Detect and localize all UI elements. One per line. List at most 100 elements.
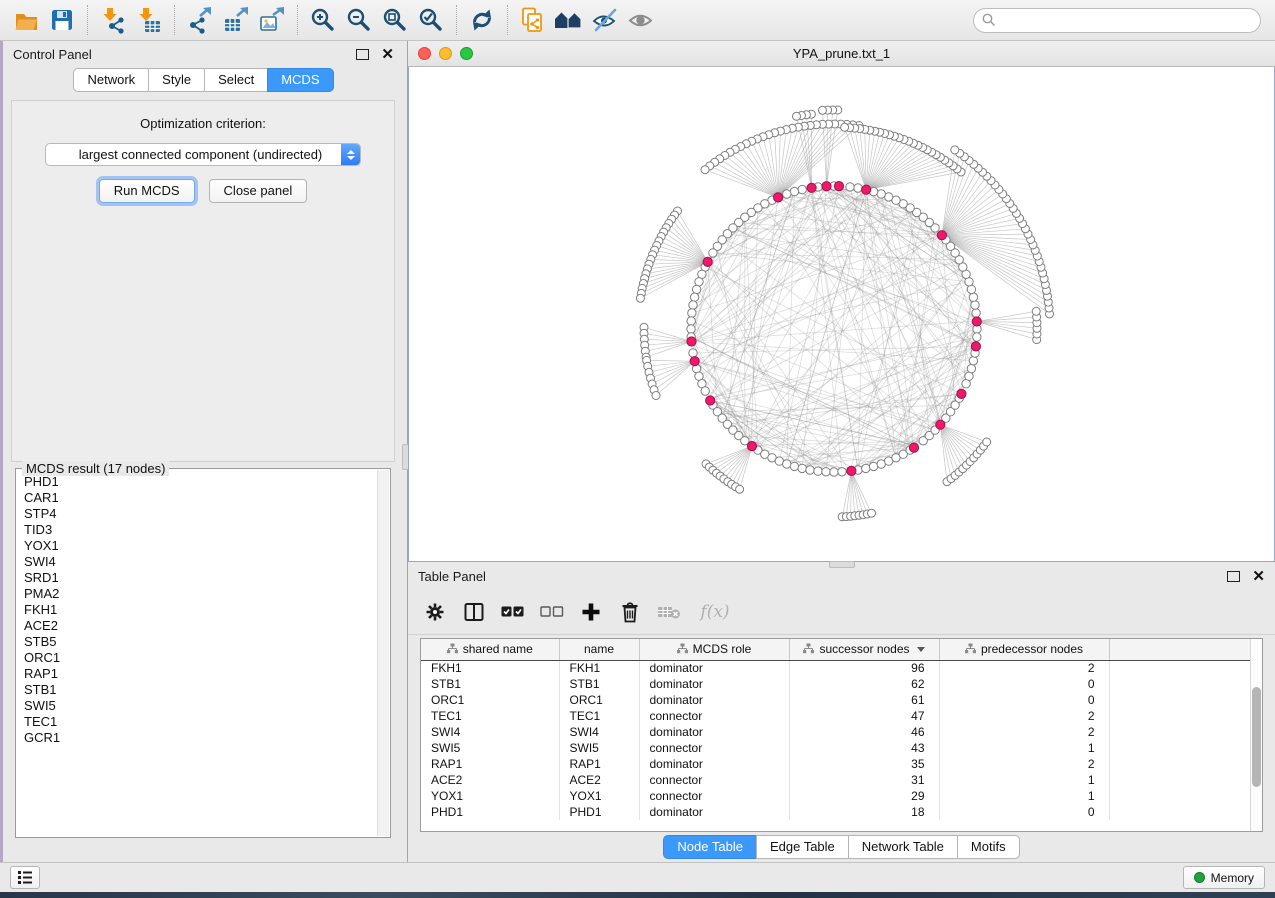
zoom-fit-button[interactable] <box>377 3 413 37</box>
tab-motifs[interactable]: Motifs <box>957 835 1020 859</box>
network-canvas[interactable] <box>408 67 1275 562</box>
tab-edge-table[interactable]: Edge Table <box>756 835 849 859</box>
mcds-result-item[interactable]: YOX1 <box>24 538 377 554</box>
table-scrollbar-thumb[interactable] <box>1252 687 1261 787</box>
mcds-result-item[interactable]: ACE2 <box>24 618 377 634</box>
open-file-button[interactable] <box>8 3 44 37</box>
splitter-handle[interactable] <box>829 561 855 568</box>
delete-column-button[interactable] <box>615 597 645 627</box>
show-all-button[interactable] <box>623 3 659 37</box>
add-column-button[interactable] <box>576 597 606 627</box>
mcds-result-item[interactable]: FKH1 <box>24 602 377 618</box>
task-history-button[interactable] <box>10 866 40 889</box>
column-header-predecessor-nodes[interactable]: predecessor nodes <box>939 639 1109 660</box>
export-image-button[interactable] <box>254 3 290 37</box>
sort-descending-icon <box>917 647 925 652</box>
zoom-in-button[interactable] <box>305 3 341 37</box>
mcds-result-item[interactable]: SWI4 <box>24 554 377 570</box>
mcds-result-item[interactable]: RAP1 <box>24 666 377 682</box>
mcds-result-item[interactable]: GCR1 <box>24 730 377 746</box>
criterion-dropdown[interactable]: largest connected component (undirected) <box>45 143 361 166</box>
tab-node-table[interactable]: Node Table <box>663 835 757 859</box>
column-header-MCDS-role[interactable]: MCDS role <box>639 639 789 660</box>
mcds-result-item[interactable]: STP4 <box>24 506 377 522</box>
hide-selected-button[interactable] <box>587 3 623 37</box>
mcds-result-box: MCDS result (17 nodes) PHD1CAR1STP4TID3Y… <box>15 468 391 838</box>
table-row[interactable]: FKH1FKH1dominator962 <box>421 660 1250 676</box>
first-neighbors-button[interactable] <box>551 3 587 37</box>
mcds-result-item[interactable]: CAR1 <box>24 490 377 506</box>
export-network-button[interactable] <box>182 3 218 37</box>
mcds-result-item[interactable]: SWI5 <box>24 698 377 714</box>
float-panel-icon[interactable] <box>1227 571 1240 582</box>
tab-select[interactable]: Select <box>204 68 268 92</box>
tab-style[interactable]: Style <box>148 68 205 92</box>
network-graph[interactable] <box>409 67 1274 559</box>
table-row[interactable]: ORC1ORC1dominator610 <box>421 692 1250 708</box>
save-session-button[interactable] <box>44 3 80 37</box>
mcds-result-item[interactable]: STB5 <box>24 634 377 650</box>
deselect-all-button[interactable] <box>537 597 567 627</box>
node-table[interactable]: shared namenameMCDS rolesuccessor nodesp… <box>421 639 1250 820</box>
table-panel: Table Panel ✕ <box>408 563 1275 862</box>
table-row[interactable]: YOX1YOX1connector291 <box>421 788 1250 804</box>
table-type-tabs: Node TableEdge TableNetwork TableMotifs <box>408 832 1275 862</box>
mcds-result-item[interactable]: PHD1 <box>24 474 377 490</box>
toolbar-separator <box>456 5 457 35</box>
tab-network[interactable]: Network <box>73 68 149 92</box>
close-panel-icon[interactable]: ✕ <box>1252 571 1265 582</box>
table-cell: connector <box>639 740 789 756</box>
table-panel-title: Table Panel <box>418 569 486 584</box>
tab-network-table[interactable]: Network Table <box>848 835 958 859</box>
export-table-button[interactable] <box>218 3 254 37</box>
mcds-result-item[interactable]: ORC1 <box>24 650 377 666</box>
mcds-result-item[interactable]: TEC1 <box>24 714 377 730</box>
float-panel-icon[interactable] <box>356 49 369 60</box>
run-mcds-button[interactable]: Run MCDS <box>99 179 195 203</box>
close-panel-icon[interactable]: ✕ <box>381 49 394 60</box>
select-all-button[interactable] <box>498 597 528 627</box>
share-document-button[interactable] <box>515 3 551 37</box>
table-row[interactable]: STB1STB1dominator620 <box>421 676 1250 692</box>
table-row[interactable]: PHD1PHD1dominator180 <box>421 804 1250 820</box>
table-row[interactable]: RAP1RAP1dominator352 <box>421 756 1250 772</box>
table-cell: 0 <box>939 692 1109 708</box>
close-panel-button[interactable]: Close panel <box>209 179 308 203</box>
mcds-result-list[interactable]: PHD1CAR1STP4TID3YOX1SWI4SRD1PMA2FKH1ACE2… <box>17 470 377 836</box>
table-row[interactable]: SWI4SWI4dominator462 <box>421 724 1250 740</box>
refresh-icon <box>468 6 496 34</box>
settings-gear-button[interactable] <box>420 597 450 627</box>
refresh-button[interactable] <box>464 3 500 37</box>
table-row[interactable]: ACE2ACE2connector311 <box>421 772 1250 788</box>
search-input[interactable] <box>973 8 1261 33</box>
control-panel-title: Control Panel <box>13 47 92 62</box>
table-cell-filler <box>1109 708 1250 724</box>
mcds-result-item[interactable]: SRD1 <box>24 570 377 586</box>
tab-mcds[interactable]: MCDS <box>267 68 333 92</box>
function-builder-button[interactable]: f(x) <box>693 597 737 627</box>
table-header-row[interactable]: shared namenameMCDS rolesuccessor nodesp… <box>421 639 1250 660</box>
table-scrollbar[interactable] <box>1250 639 1262 831</box>
zoom-out-button[interactable] <box>341 3 377 37</box>
search-field-wrap <box>973 8 1261 33</box>
save-floppy-icon <box>49 7 75 33</box>
zoom-selected-button[interactable] <box>413 3 449 37</box>
column-header-successor-nodes[interactable]: successor nodes <box>789 639 939 660</box>
import-table-button[interactable] <box>131 3 167 37</box>
column-header-shared-name[interactable]: shared name <box>421 639 559 660</box>
mcds-result-item[interactable]: TID3 <box>24 522 377 538</box>
split-columns-button[interactable] <box>459 597 489 627</box>
table-row[interactable]: SWI5SWI5connector431 <box>421 740 1250 756</box>
table-toolbar: f(x) <box>408 590 1275 635</box>
column-network-icon <box>965 643 976 654</box>
mcds-result-item[interactable]: STB1 <box>24 682 377 698</box>
mcds-list-scrollbar[interactable] <box>377 470 389 836</box>
horizontal-splitter[interactable] <box>408 562 1275 563</box>
import-network-button[interactable] <box>95 3 131 37</box>
column-header-name[interactable]: name <box>559 639 639 660</box>
toolbar-separator <box>87 5 88 35</box>
memory-button[interactable]: Memory <box>1183 866 1265 889</box>
mcds-result-item[interactable]: PMA2 <box>24 586 377 602</box>
delete-table-button[interactable] <box>654 597 684 627</box>
table-row[interactable]: TEC1TEC1connector472 <box>421 708 1250 724</box>
